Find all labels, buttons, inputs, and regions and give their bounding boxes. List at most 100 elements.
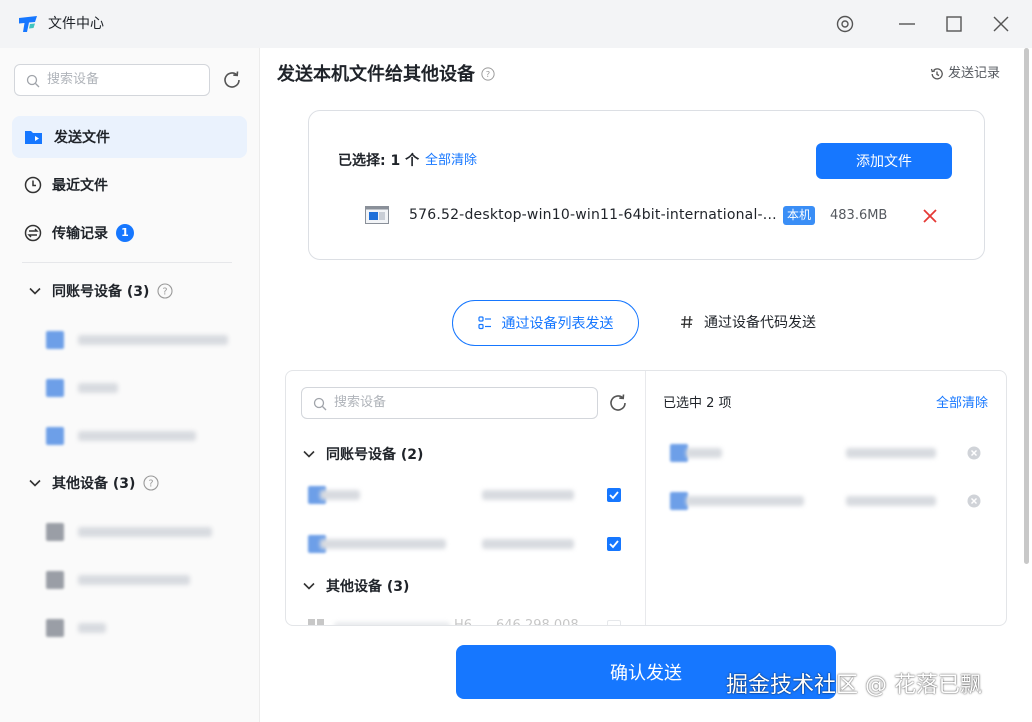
sidebar-device-item[interactable] [46, 424, 196, 448]
device-icon [46, 331, 64, 349]
sidebar-divider [22, 262, 232, 263]
device-code-blurred [482, 539, 574, 549]
target-settings-icon [836, 15, 854, 33]
help-icon[interactable]: ? [143, 475, 159, 491]
send-history-label: 发送记录 [948, 66, 1001, 81]
history-icon [930, 68, 943, 80]
device-search-input[interactable]: 搜索设备 [301, 387, 598, 419]
selected-devices-panel: 已选中 2 项 全部清除 [646, 371, 1006, 625]
title-bar: 文件中心 [0, 0, 1032, 48]
picker-group-other[interactable]: 其他设备 (3) [302, 575, 409, 597]
device-picker: 搜索设备 同账号设备 (2) 其他设备 (3) H6 646 298 008 已… [285, 370, 1007, 626]
picker-device-row[interactable]: H6 646 298 008 [308, 615, 626, 626]
device-icon [46, 427, 64, 445]
sidebar-item-recent-files[interactable]: 最近文件 [12, 164, 247, 206]
clock-icon [24, 176, 42, 194]
tab-send-via-device-code[interactable]: 通过设备代码发送 [680, 312, 816, 332]
remove-device-icon[interactable] [967, 494, 981, 508]
device-name-blurred [78, 335, 228, 345]
device-name-blurred [78, 431, 196, 441]
sidebar-search-input[interactable]: 搜索设备 [14, 64, 210, 96]
sidebar-group-other[interactable]: 其他设备 (3) ? [28, 472, 159, 494]
list-icon [477, 316, 491, 330]
window-title: 文件中心 [48, 16, 104, 32]
add-file-button[interactable]: 添加文件 [816, 143, 952, 179]
minimize-button[interactable] [895, 12, 919, 36]
close-window-button[interactable] [989, 12, 1013, 36]
device-checkbox-unchecked[interactable] [607, 620, 621, 625]
maximize-icon [946, 16, 962, 32]
device-name-blurred [686, 496, 804, 506]
sidebar-device-item[interactable] [46, 520, 212, 544]
picker-device-row[interactable] [308, 532, 626, 556]
selected-device-row [670, 489, 990, 513]
sidebar-device-item[interactable] [46, 328, 228, 352]
tab-send-via-device-list[interactable]: 通过设备列表发送 [452, 300, 639, 346]
sidebar-device-item[interactable] [46, 568, 190, 592]
device-checkbox-checked[interactable] [607, 488, 621, 502]
selected-files-card: 已选择: 1 个 全部清除 添加文件 576.52-desktop-win10-… [308, 110, 985, 260]
send-history-link[interactable]: 发送记录 [930, 64, 1000, 84]
clear-selected-devices-link[interactable]: 全部清除 [936, 395, 988, 413]
device-checkbox-checked[interactable] [607, 537, 621, 551]
refresh-icon[interactable] [606, 391, 630, 415]
transfer-icon [24, 224, 42, 242]
sidebar-search-placeholder: 搜索设备 [47, 72, 100, 87]
installer-file-icon [365, 206, 389, 224]
device-name-blurred [334, 622, 450, 625]
app-logo-icon [19, 16, 37, 32]
folder-send-icon [25, 131, 42, 144]
watermark-text: 掘金技术社区 @ 花落已飘 [726, 673, 982, 698]
sidebar-item-transfer-history[interactable]: 传输记录 1 [12, 212, 247, 254]
group-label: 同账号设备 (3) [52, 284, 150, 300]
selection-summary: 已选择: 1 个 [338, 153, 420, 169]
device-name-blurred [320, 539, 446, 549]
refresh-icon[interactable] [220, 68, 244, 92]
chevron-down-icon [29, 479, 41, 487]
tab-label: 通过设备代码发送 [704, 315, 816, 331]
remove-file-icon[interactable] [921, 207, 939, 225]
device-icon [46, 619, 64, 637]
sidebar-item-label: 发送文件 [54, 130, 110, 146]
file-size: 483.6MB [830, 208, 888, 223]
remove-device-icon[interactable] [967, 446, 981, 460]
sidebar-item-label: 最近文件 [52, 178, 108, 194]
scrollbar[interactable] [1024, 48, 1029, 564]
chevron-down-icon [303, 450, 315, 458]
file-name: 576.52-desktop-win10-win11-64bit-interna… [409, 207, 777, 223]
device-icon [46, 379, 64, 397]
sidebar-device-item[interactable] [46, 616, 106, 640]
help-icon[interactable]: ? [157, 283, 173, 299]
group-label: 其他设备 (3) [326, 579, 410, 595]
device-name-blurred [320, 490, 360, 500]
settings-button[interactable] [833, 12, 857, 36]
sidebar-item-label: 传输记录 [52, 226, 108, 242]
device-icon [46, 523, 64, 541]
device-code-blurred [482, 490, 574, 500]
svg-text:?: ? [149, 479, 154, 490]
sidebar-device-item[interactable] [46, 376, 118, 400]
help-icon[interactable]: ? [481, 67, 495, 81]
group-label: 其他设备 (3) [52, 476, 136, 492]
device-name-blurred [686, 448, 722, 458]
maximize-button[interactable] [942, 12, 966, 36]
clear-all-files-link[interactable]: 全部清除 [425, 151, 477, 171]
search-icon [26, 74, 40, 88]
chevron-down-icon [29, 287, 41, 295]
minimize-icon [899, 23, 915, 25]
windows-device-icon [308, 619, 324, 625]
device-code: 646 298 008 [496, 618, 579, 626]
picker-group-same-account[interactable]: 同账号设备 (2) [302, 443, 423, 465]
picker-device-row[interactable] [308, 483, 626, 507]
group-label: 同账号设备 (2) [326, 447, 424, 463]
close-icon [993, 16, 1009, 32]
device-code-blurred [846, 448, 936, 458]
local-tag-badge: 本机 [783, 206, 816, 225]
device-name-blurred [78, 623, 106, 633]
selected-count: 已选中 2 项 [663, 396, 732, 411]
sidebar-group-same-account[interactable]: 同账号设备 (3) ? [28, 280, 173, 302]
sidebar-item-send-files[interactable]: 发送文件 [12, 116, 247, 158]
device-name-suffix: H6 [454, 618, 473, 626]
device-name-blurred [78, 527, 212, 537]
device-name-blurred [78, 575, 190, 585]
